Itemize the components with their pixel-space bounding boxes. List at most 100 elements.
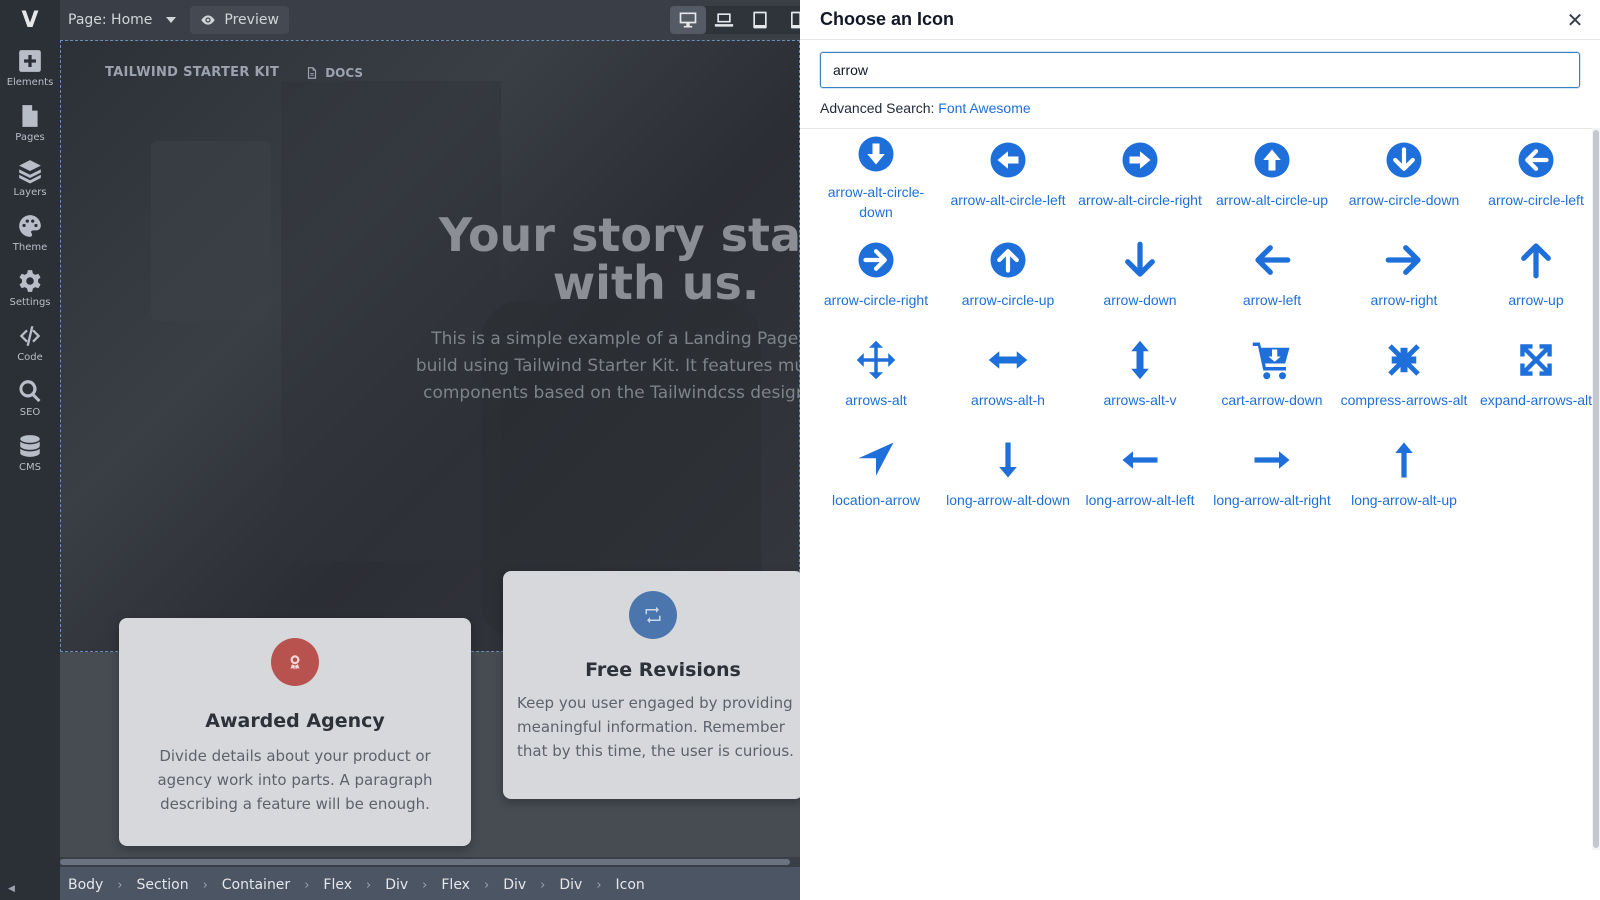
icon-option[interactable]: arrow-alt-circle-left <box>942 132 1074 232</box>
rail-label: Code <box>17 351 43 363</box>
rail-label: Theme <box>12 241 48 253</box>
icon-option[interactable]: arrow-circle-right <box>810 232 942 332</box>
icon-option-label: expand-arrows-alt <box>1479 392 1593 408</box>
app-logo[interactable]: V <box>0 0 60 40</box>
arrow-circle-up-icon <box>986 238 1030 282</box>
icon-option[interactable]: arrow-up <box>1470 232 1600 332</box>
icon-option[interactable]: arrow-alt-circle-right <box>1074 132 1206 232</box>
rail-item-settings[interactable]: Settings <box>0 260 60 315</box>
feature-card-text: Keep you user engaged by providing meani… <box>517 694 794 760</box>
icon-option-label: arrow-circle-left <box>1488 192 1584 208</box>
close-icon[interactable]: ✕ <box>1564 8 1586 32</box>
breadcrumb-item[interactable]: Div <box>559 877 582 893</box>
breadcrumb-item[interactable]: Icon <box>616 877 645 893</box>
editor-canvas[interactable]: TAILWIND STARTER KIT DOCS Your story sta… <box>60 40 800 858</box>
hero-section[interactable]: TAILWIND STARTER KIT DOCS Your story sta… <box>60 40 800 652</box>
icon-search-input[interactable] <box>820 52 1580 88</box>
icon-option[interactable]: arrow-circle-down <box>1338 132 1470 232</box>
scrollbar-thumb[interactable] <box>1593 130 1599 848</box>
file-alt-icon <box>308 66 317 79</box>
icon-option[interactable]: long-arrow-alt-right <box>1206 432 1338 532</box>
icon-option[interactable]: arrow-circle-left <box>1470 132 1600 232</box>
icon-option[interactable]: arrows-alt-h <box>942 332 1074 432</box>
icon-option[interactable]: long-arrow-alt-left <box>1074 432 1206 532</box>
modal-scrollbar[interactable] <box>1592 128 1600 850</box>
breadcrumb-item[interactable]: Flex <box>323 877 352 893</box>
icon-option[interactable]: arrows-alt <box>810 332 942 432</box>
icon-option-label: arrow-alt-circle-down <box>827 184 925 220</box>
device-desktop-button[interactable] <box>670 6 706 34</box>
rail-item-elements[interactable]: Elements <box>0 40 60 95</box>
chevron-right-icon: › <box>596 877 602 893</box>
rail-label: Settings <box>9 296 51 308</box>
device-laptop-button[interactable] <box>706 6 742 34</box>
rail-label: CMS <box>19 461 41 473</box>
icon-option[interactable]: long-arrow-alt-down <box>942 432 1074 532</box>
feature-card-title: Free Revisions <box>585 659 741 681</box>
arrow-circle-down-icon <box>1382 138 1426 182</box>
docs-link[interactable]: DOCS <box>305 66 363 80</box>
rail-item-layers[interactable]: Layers <box>0 150 60 205</box>
icon-option[interactable]: arrow-alt-circle-down <box>810 132 942 232</box>
icon-option[interactable]: arrow-alt-circle-up <box>1206 132 1338 232</box>
advanced-search: Advanced Search: Font Awesome <box>820 100 1031 116</box>
breadcrumb-item[interactable]: Div <box>503 877 526 893</box>
file-icon <box>22 104 38 127</box>
database-icon <box>20 434 40 457</box>
rail-item-code[interactable]: Code <box>0 315 60 370</box>
breadcrumb-item[interactable]: Body <box>68 877 103 893</box>
chevron-down-icon <box>166 17 177 23</box>
icon-option[interactable]: arrow-right <box>1338 232 1470 332</box>
rail-item-seo[interactable]: SEO <box>0 370 60 425</box>
rail-item-pages[interactable]: Pages <box>0 95 60 150</box>
icon-option[interactable]: cart-arrow-down <box>1206 332 1338 432</box>
rail-item-cms[interactable]: CMS <box>0 425 60 480</box>
icon-option[interactable]: expand-arrows-alt <box>1470 332 1600 432</box>
breadcrumb-item[interactable]: Container <box>222 877 290 893</box>
compress-arrows-alt-icon <box>1382 338 1426 382</box>
docs-label: DOCS <box>325 65 364 80</box>
arrow-left-icon <box>1250 238 1294 282</box>
feature-card[interactable]: Free Revisions Keep you user engaged by … <box>503 571 800 799</box>
site-brand[interactable]: TAILWIND STARTER KIT <box>105 65 279 80</box>
desktop-icon <box>679 12 697 28</box>
device-tablet-button[interactable] <box>742 6 778 34</box>
icon-option[interactable]: location-arrow <box>810 432 942 532</box>
icon-option[interactable]: compress-arrows-alt <box>1338 332 1470 432</box>
icon-option-label: arrow-right <box>1370 292 1438 308</box>
icon-option[interactable]: arrow-down <box>1074 232 1206 332</box>
icon-option[interactable]: arrows-alt-v <box>1074 332 1206 432</box>
icon-option[interactable]: arrow-circle-up <box>942 232 1074 332</box>
canvas-horizontal-scrollbar[interactable] <box>60 857 800 867</box>
arrow-right-icon <box>1382 238 1426 282</box>
icon-option-label: long-arrow-alt-down <box>946 492 1070 508</box>
feature-card[interactable]: Awarded Agency Divide details about your… <box>119 618 471 846</box>
hero-text[interactable]: This is a simple example of a Landing Pa… <box>411 326 800 407</box>
preview-button[interactable]: Preview <box>190 6 289 34</box>
feature-card-text: Divide details about your product or age… <box>157 747 433 813</box>
breadcrumb-item[interactable]: Section <box>137 877 189 893</box>
chevron-right-icon: › <box>366 877 372 893</box>
rail-item-theme[interactable]: Theme <box>0 205 60 260</box>
breadcrumb-item[interactable]: Flex <box>441 877 470 893</box>
page-select-label: Page: Home <box>68 12 153 28</box>
search-icon <box>19 379 41 402</box>
long-arrow-alt-left-icon <box>1118 438 1162 482</box>
icon-option[interactable]: long-arrow-alt-up <box>1338 432 1470 532</box>
hero-background-shape <box>151 141 271 321</box>
icon-option[interactable]: arrow-left <box>1206 232 1338 332</box>
icon-option-label: arrows-alt-h <box>971 392 1045 408</box>
hero-title[interactable]: Your story starts with us. <box>396 211 800 307</box>
chevron-right-icon: › <box>422 877 428 893</box>
gear-icon <box>19 269 41 292</box>
icon-option-label: arrows-alt-v <box>1103 392 1177 408</box>
scrollbar-thumb[interactable] <box>60 859 790 865</box>
collapse-arrow-icon[interactable]: ◀ <box>8 884 15 894</box>
font-awesome-link[interactable]: Font Awesome <box>938 100 1030 116</box>
feature-card-title: Awarded Agency <box>205 710 385 732</box>
arrows-alt-v-icon <box>1118 338 1162 382</box>
page-select[interactable]: Page: Home <box>60 12 177 28</box>
breadcrumb-item[interactable]: Div <box>385 877 408 893</box>
icon-option-label: arrow-alt-circle-left <box>950 192 1066 208</box>
laptop-icon <box>714 13 734 27</box>
